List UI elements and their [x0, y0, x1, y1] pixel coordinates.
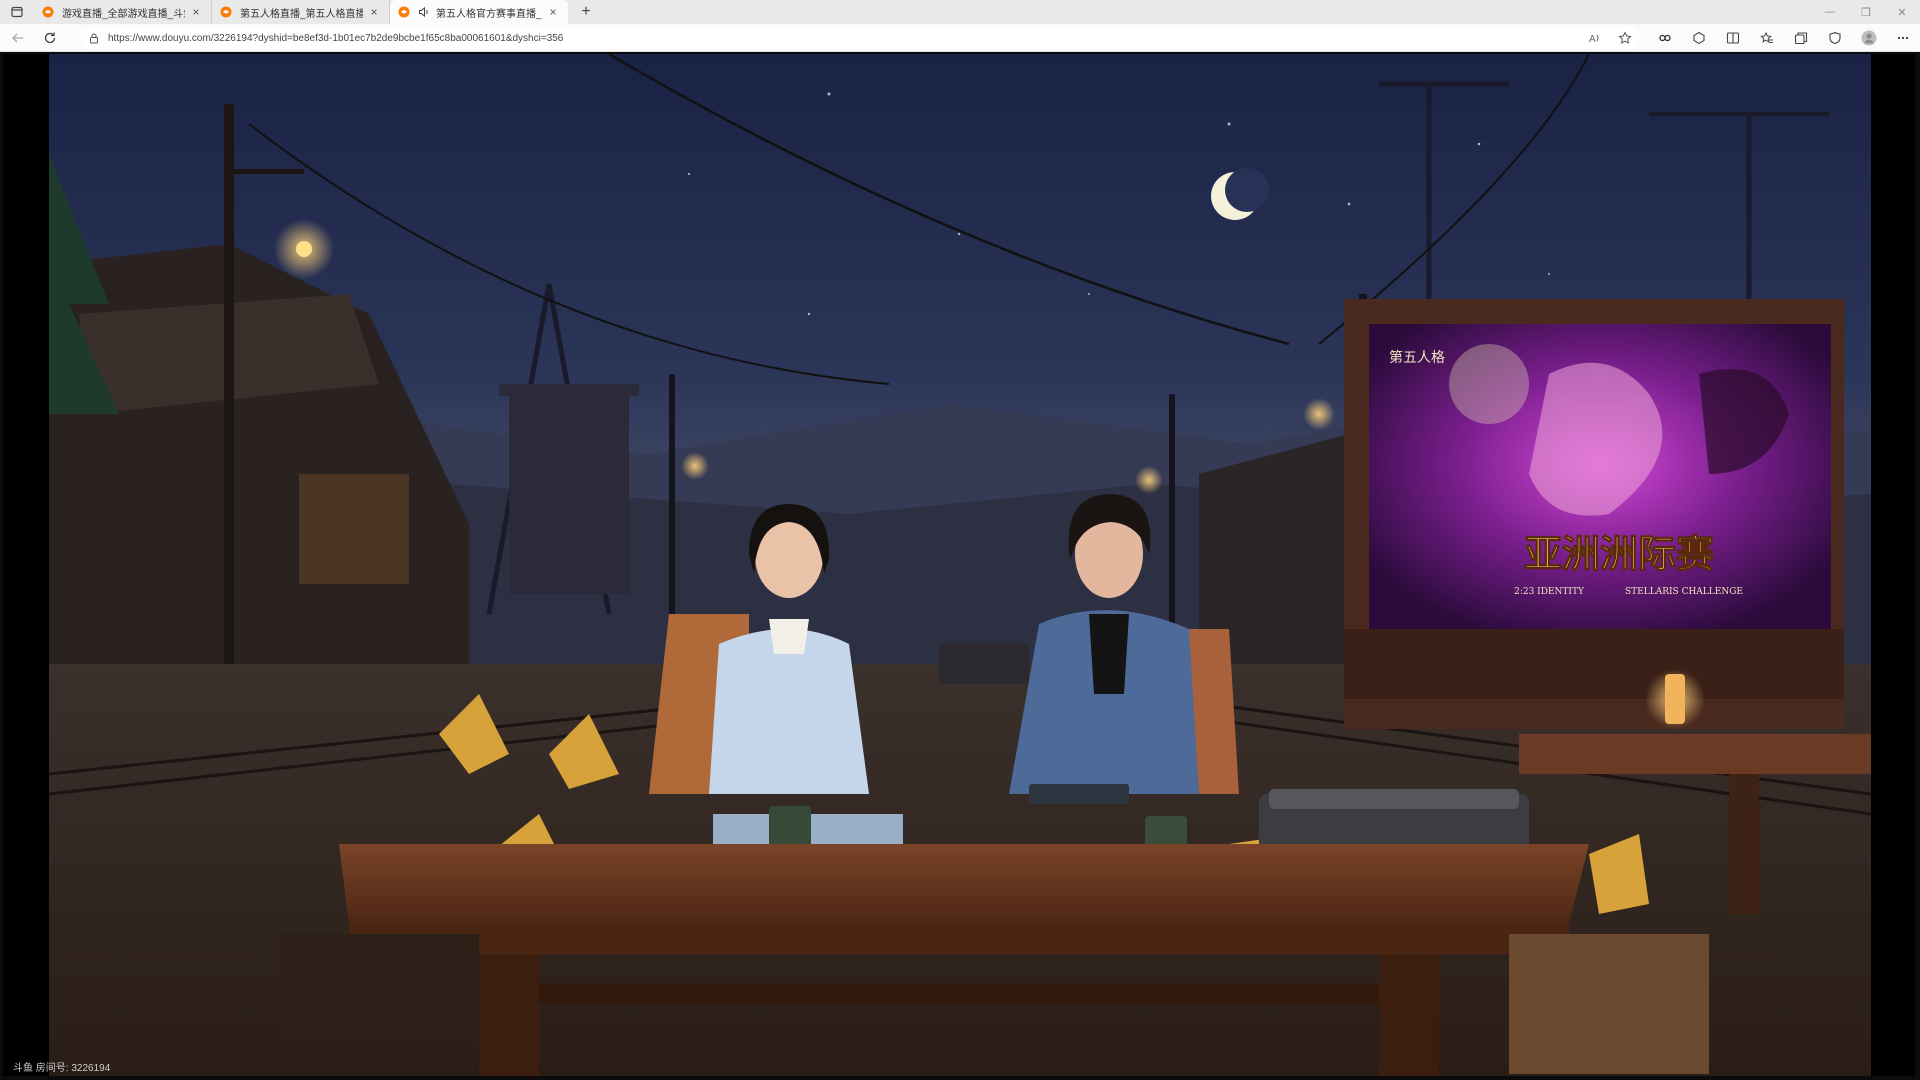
- tab-game-live[interactable]: 游戏直播_全部游戏直播_斗鱼直播 ×: [34, 0, 212, 24]
- tab-identity-v-official[interactable]: 第五人格官方赛事直播_第五人格 ×: [390, 0, 568, 24]
- tab-actions-button[interactable]: [0, 0, 34, 24]
- window-controls: — ❐ ✕: [1812, 0, 1920, 24]
- collections-icon[interactable]: [1784, 26, 1818, 50]
- split-screen-icon[interactable]: [1716, 26, 1750, 50]
- lock-icon[interactable]: [88, 32, 100, 44]
- favorite-star-icon[interactable]: [1610, 27, 1640, 49]
- browser-toolbar: https://www.douyu.com/3226194?dyshid=be8…: [0, 24, 1920, 52]
- speaker-icon[interactable]: [418, 6, 430, 18]
- extensions-icon[interactable]: [1648, 26, 1682, 50]
- address-bar[interactable]: https://www.douyu.com/3226194?dyshid=be8…: [80, 27, 1640, 49]
- anchor-desk: [339, 844, 1589, 924]
- close-icon[interactable]: ×: [189, 5, 203, 19]
- back-icon[interactable]: [4, 26, 32, 50]
- douyu-favicon: [220, 6, 232, 18]
- tab-title: 第五人格直播_第五人格直播解说: [240, 8, 363, 20]
- svg-text:A: A: [1589, 34, 1596, 45]
- douyu-favicon: [42, 6, 54, 18]
- tab-actions-icon: [11, 6, 23, 18]
- refresh-icon[interactable]: [36, 26, 64, 50]
- live-stream-scene: 第五人格 亚洲洲际赛 2:23 IDENTITY STELLARIS CHALL…: [49, 54, 1871, 1076]
- video-player[interactable]: 第五人格 亚洲洲际赛 2:23 IDENTITY STELLARIS CHALL…: [0, 52, 1920, 1080]
- tab-title: 第五人格官方赛事直播_第五人格: [436, 8, 542, 20]
- browser-essentials-icon[interactable]: [1818, 26, 1852, 50]
- billboard-subtitle-right: STELLARIS CHALLENGE: [1625, 587, 1743, 597]
- billboard-title: 亚洲洲际赛: [1524, 531, 1715, 576]
- close-icon[interactable]: ×: [546, 5, 560, 19]
- tab-identity-v-live[interactable]: 第五人格直播_第五人格直播解说 ×: [212, 0, 390, 24]
- more-menu-icon[interactable]: [1886, 26, 1920, 50]
- favorites-icon[interactable]: [1750, 26, 1784, 50]
- tab-strip: 游戏直播_全部游戏直播_斗鱼直播 × 第五人格直播_第五人格直播解说 × 第五人…: [0, 0, 1920, 24]
- tab-title: 游戏直播_全部游戏直播_斗鱼直播: [62, 8, 185, 20]
- copilot-icon[interactable]: [1682, 26, 1716, 50]
- minimize-icon[interactable]: —: [1812, 0, 1848, 24]
- billboard-subtitle-left: 2:23 IDENTITY: [1514, 587, 1585, 597]
- url-text[interactable]: https://www.douyu.com/3226194?dyshid=be8…: [108, 33, 563, 44]
- read-aloud-icon[interactable]: A: [1580, 27, 1610, 49]
- close-icon[interactable]: ×: [367, 5, 381, 19]
- new-tab-icon[interactable]: +: [574, 0, 598, 24]
- video-viewport[interactable]: 第五人格 亚洲洲际赛 2:23 IDENTITY STELLARIS CHALL…: [3, 54, 1915, 1076]
- close-window-icon[interactable]: ✕: [1884, 0, 1920, 24]
- billboard-logo: 第五人格: [1389, 349, 1445, 366]
- douyu-favicon: [398, 6, 410, 18]
- maximize-icon[interactable]: ❐: [1848, 0, 1884, 24]
- profile-avatar-icon[interactable]: [1852, 26, 1886, 50]
- room-id-watermark: 斗鱼 房间号: 3226194: [13, 1063, 111, 1074]
